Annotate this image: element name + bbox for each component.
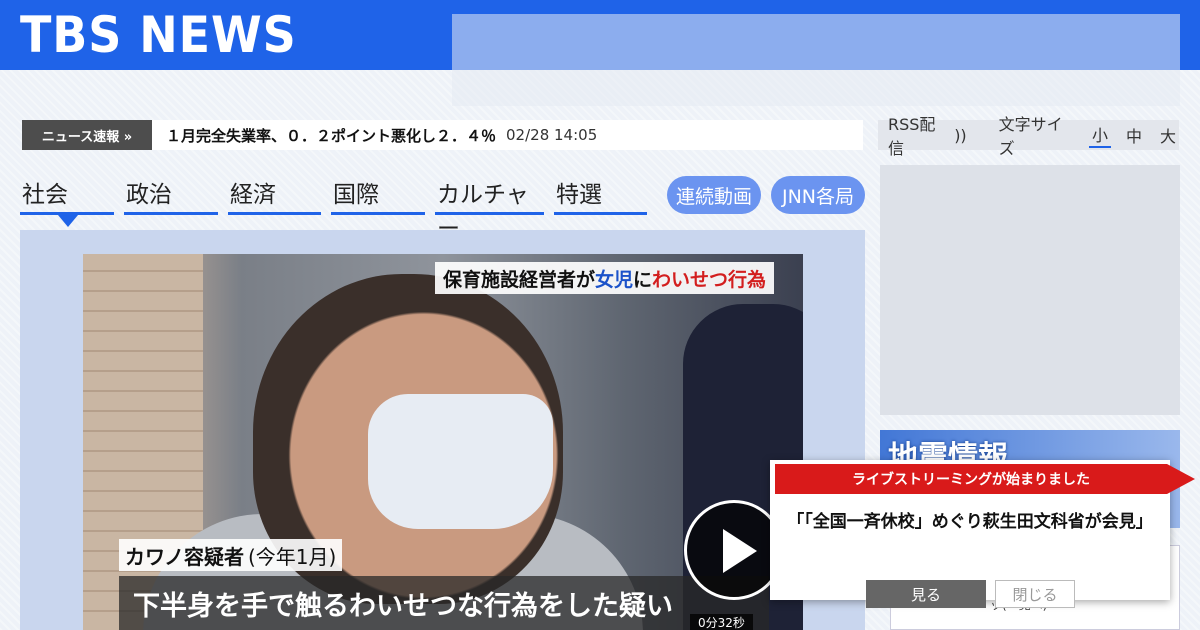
side-ad-slot [880, 165, 1180, 415]
breaking-news-time: 02/28 14:05 [506, 126, 598, 144]
tool-bar: RSS配信 )) 文字サイズ 小 中 大 [878, 115, 1179, 158]
play-icon[interactable] [684, 500, 784, 600]
video-caption: 保育施設経営者が 女児にわいせつ行為 [435, 262, 775, 294]
suspect-note: (今年1月) [248, 544, 337, 569]
font-size-label: 文字サイズ [998, 115, 1063, 158]
watch-button[interactable]: 見る [866, 580, 986, 608]
tab-culture[interactable]: カルチャー [435, 175, 544, 242]
tab-society[interactable]: 社会 [20, 175, 114, 215]
caption-part: に [633, 268, 653, 291]
tab-special[interactable]: 特選 [554, 175, 647, 215]
font-size-large[interactable]: 大 [1157, 123, 1179, 147]
tab-economy[interactable]: 経済 [228, 175, 321, 215]
tab-international[interactable]: 国際 [331, 175, 425, 215]
jnn-stations-button[interactable]: JNN各局 [771, 176, 865, 214]
rss-link[interactable]: RSS配信 )) [888, 111, 967, 159]
video-duration: 0分32秒 [690, 614, 753, 630]
top-ad-slot [452, 14, 1180, 106]
rss-label: RSS配信 [888, 115, 936, 158]
rss-icon: )) [954, 125, 967, 145]
video-subtitle: 下半身を手で触るわいせつな行為をした疑い [119, 576, 769, 630]
live-stream-popup: ライブストリーミングが始まりました 「「全国一斉休校」めぐり萩生田文科省が会見」 [770, 460, 1195, 600]
caption-part: 保育施設経営者が [443, 268, 596, 291]
font-size-medium[interactable]: 中 [1123, 123, 1145, 147]
caption-part: わいせつ行為 [652, 268, 767, 291]
site-logo[interactable]: TBS NEWS [20, 6, 297, 64]
live-stream-ribbon: ライブストリーミングが始まりました [775, 464, 1195, 494]
suspect-label: カワノ容疑者 (今年1月) [119, 539, 343, 571]
active-tab-pointer [58, 215, 78, 227]
breaking-news-headline[interactable]: １月完全失業率、０．２ポイント悪化し２．４％ [166, 125, 496, 146]
continuous-video-button[interactable]: 連続動画 [667, 176, 761, 214]
close-button[interactable]: 閉じる [995, 580, 1075, 608]
tab-politics[interactable]: 政治 [124, 175, 218, 215]
breaking-news-label[interactable]: ニュース速報 » [22, 120, 152, 150]
caption-part: 女児 [595, 268, 634, 291]
breaking-news-ticker: ニュース速報 » １月完全失業率、０．２ポイント悪化し２．４％ 02/28 14… [22, 120, 863, 150]
suspect-name: カワノ容疑者 [125, 544, 244, 569]
font-size-small[interactable]: 小 [1088, 122, 1111, 148]
video-figure-mask [368, 394, 553, 529]
live-stream-title[interactable]: 「「全国一斉休校」めぐり萩生田文科省が会見」 [784, 512, 1156, 533]
